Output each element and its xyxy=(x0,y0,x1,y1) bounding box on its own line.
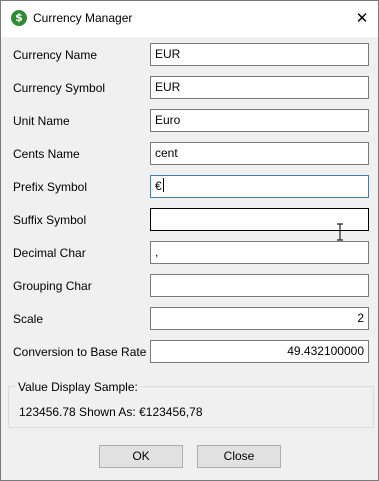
title-bar: $ Currency Manager ✕ xyxy=(1,1,378,37)
unit-name-input[interactable]: Euro xyxy=(150,109,369,132)
scale-label: Scale xyxy=(13,312,44,326)
cents-name-label: Cents Name xyxy=(13,147,80,161)
value-display-sample-legend: Value Display Sample: xyxy=(16,380,140,394)
prefix-symbol-label: Prefix Symbol xyxy=(13,180,88,194)
decimal-char-label: Decimal Char xyxy=(13,246,86,260)
dollar-icon: $ xyxy=(11,10,27,26)
currency-manager-window: $ Currency Manager ✕ Currency Name EUR C… xyxy=(0,0,379,481)
currency-symbol-label: Currency Symbol xyxy=(13,81,106,95)
grouping-char-input[interactable] xyxy=(150,274,369,297)
close-button[interactable]: Close xyxy=(197,445,281,468)
prefix-symbol-value: € xyxy=(155,179,162,193)
window-title: Currency Manager xyxy=(33,11,133,25)
decimal-char-input[interactable]: , xyxy=(150,241,369,264)
value-display-sample-text: 123456.78 Shown As: €123456,78 xyxy=(19,405,203,419)
close-window-button[interactable]: ✕ xyxy=(346,1,378,37)
text-cursor-icon xyxy=(337,223,343,241)
text-caret xyxy=(162,178,164,192)
scale-input[interactable]: 2 xyxy=(150,307,369,330)
currency-name-input[interactable]: EUR xyxy=(150,43,369,66)
cents-name-input[interactable]: cent xyxy=(150,142,369,165)
unit-name-label: Unit Name xyxy=(13,114,70,128)
conversion-rate-input[interactable]: 49.432100000 xyxy=(150,340,369,363)
suffix-symbol-label: Suffix Symbol xyxy=(13,213,87,227)
currency-name-label: Currency Name xyxy=(13,48,98,62)
grouping-char-label: Grouping Char xyxy=(13,279,92,293)
ok-button[interactable]: OK xyxy=(99,445,183,468)
conversion-rate-label: Conversion to Base Rate xyxy=(13,345,147,359)
currency-symbol-input[interactable]: EUR xyxy=(150,76,369,99)
prefix-symbol-input[interactable]: € xyxy=(150,175,369,198)
